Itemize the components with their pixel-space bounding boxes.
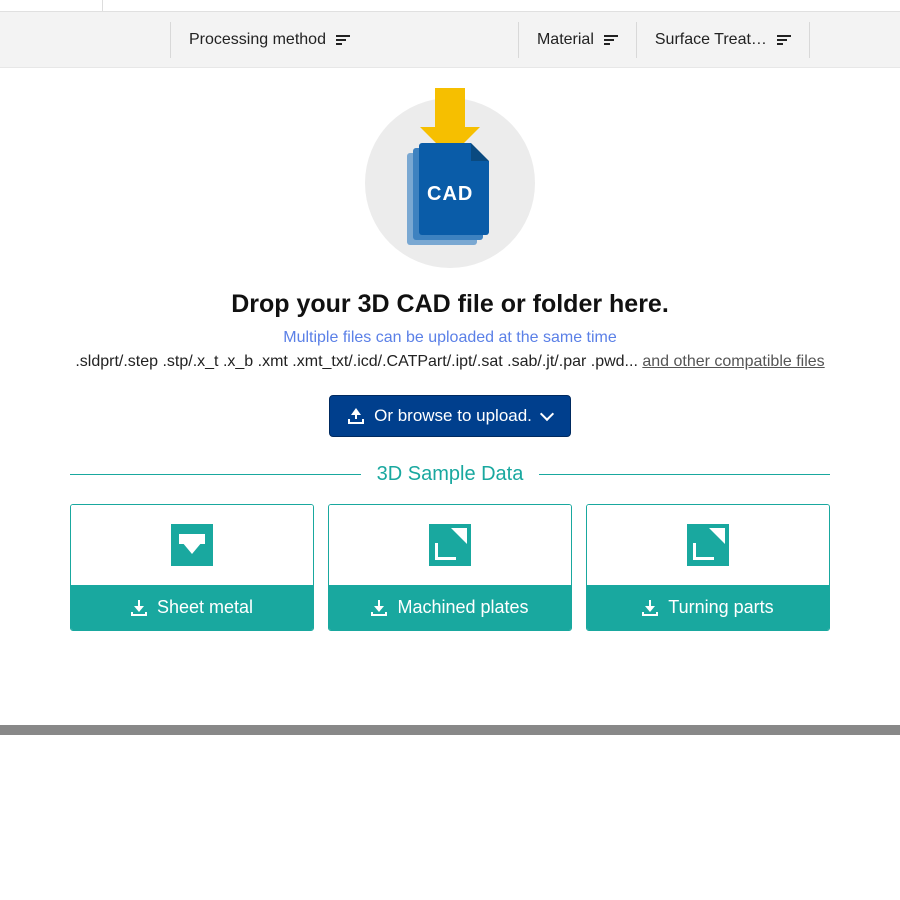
compatible-files-link[interactable]: and other compatible files (642, 353, 824, 370)
footer-divider (0, 725, 900, 735)
filter-icon (604, 35, 618, 45)
card-label: Machined plates (397, 597, 528, 618)
download-icon (371, 600, 387, 616)
filter-material-label: Material (537, 31, 594, 49)
sample-card-turning-parts[interactable]: Turning parts (586, 504, 830, 631)
sample-card-sheet-metal[interactable]: Sheet metal (70, 504, 314, 631)
card-label: Sheet metal (157, 597, 253, 618)
card-label: Turning parts (668, 597, 773, 618)
download-icon (131, 600, 147, 616)
filter-material[interactable]: Material (518, 22, 636, 58)
extensions-text: .sldprt/.step .stp/.x_t .x_b .xmt .xmt_t… (75, 353, 642, 370)
filter-surface-treatment[interactable]: Surface Treat… (636, 22, 810, 58)
browse-label: Or browse to upload. (374, 406, 532, 426)
sample-title: 3D Sample Data (377, 463, 524, 486)
download-icon (642, 600, 658, 616)
filter-bar: Processing method Material Surface Treat… (0, 12, 900, 68)
browse-upload-button[interactable]: Or browse to upload. (329, 395, 571, 437)
filter-processing-method[interactable]: Processing method (170, 22, 368, 58)
filter-icon (336, 35, 350, 45)
upload-illustration: CAD (365, 98, 535, 268)
extensions-line: .sldprt/.step .stp/.x_t .x_b .xmt .xmt_t… (0, 353, 900, 371)
sample-card-machined-plates[interactable]: Machined plates (328, 504, 572, 631)
sheet-metal-icon (171, 524, 213, 566)
cad-file-icon: CAD (407, 143, 487, 243)
upload-area[interactable]: CAD Drop your 3D CAD file or folder here… (0, 68, 900, 631)
sample-section: 3D Sample Data Sheet metal Machined plat… (70, 463, 830, 631)
filter-surface-label: Surface Treat… (655, 31, 767, 49)
turning-parts-icon (687, 524, 729, 566)
filter-processing-label: Processing method (189, 31, 326, 49)
chevron-down-icon (540, 407, 554, 421)
cad-label: CAD (427, 183, 473, 206)
divider (539, 474, 830, 475)
divider (70, 474, 361, 475)
drop-subtitle: Multiple files can be uploaded at the sa… (0, 329, 900, 347)
upload-icon (348, 408, 364, 424)
drop-title: Drop your 3D CAD file or folder here. (0, 290, 900, 319)
filter-icon (777, 35, 791, 45)
tab-strip (0, 0, 900, 12)
machined-plates-icon (429, 524, 471, 566)
